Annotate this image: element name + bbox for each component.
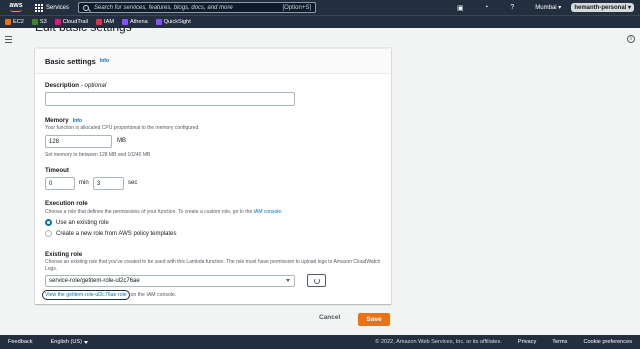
execution-role-label: Execution role <box>45 200 88 207</box>
services-menu[interactable]: Services <box>35 3 70 12</box>
memory-description: Your function is allocated CPU proportio… <box>45 125 200 131</box>
radio-label: Use an existing role <box>56 219 109 226</box>
existing-role-description: Choose an existing role that you've crea… <box>45 259 381 272</box>
aws-smile-icon <box>10 9 22 12</box>
save-button[interactable]: Save <box>358 313 390 326</box>
timeout-minutes-field[interactable]: 0 <box>45 177 75 190</box>
page-title: Edit basic settings <box>35 27 132 34</box>
memory-hint: Set memory to between 128 MB and 10240 M… <box>45 152 151 158</box>
nav-right: ▣ ◔ ? Mumbai ▾ hemanth-personal ▾ <box>455 0 640 15</box>
favorite-label: EC2 <box>13 19 24 25</box>
language-selector[interactable]: English (US) <box>51 339 88 345</box>
favorite-label: IAM <box>104 19 114 25</box>
grid-icon <box>35 3 43 12</box>
timeout-seconds-field[interactable]: 3 <box>93 177 124 190</box>
help-icon[interactable]: ? <box>507 4 517 11</box>
timeout-minutes-unit: min <box>79 180 89 186</box>
iam-console-link[interactable]: IAM console <box>254 209 282 215</box>
basic-settings-panel: Basic settings Info Description - option… <box>35 48 391 304</box>
feedback-link[interactable]: Feedback <box>8 339 33 345</box>
region-selector[interactable]: Mumbai ▾ <box>535 4 561 11</box>
panel-header: Basic settings Info <box>35 49 391 74</box>
favorite-label: Athena <box>129 19 148 25</box>
terms-link[interactable]: Terms <box>552 339 567 345</box>
caret-down-icon <box>83 340 88 344</box>
language-label: English (US) <box>50 339 82 345</box>
description-field[interactable] <box>45 92 295 106</box>
timeout-label: Timeout <box>45 167 69 174</box>
favorite-label: CloudTrail <box>62 19 89 25</box>
refresh-button[interactable] <box>307 274 326 287</box>
copyright-text: © 2022, Amazon Web Services, Inc. or its… <box>375 339 502 345</box>
privacy-link[interactable]: Privacy <box>518 339 536 345</box>
info-panel-icon[interactable]: i <box>627 35 635 43</box>
chevron-down-icon <box>286 279 290 282</box>
timeout-seconds-unit: sec <box>128 180 138 186</box>
view-role-link[interactable]: View the getitem-role-ul2c76ae role <box>42 290 130 300</box>
bell-icon[interactable]: ◔ <box>481 4 491 11</box>
search-placeholder: Search for services, features, blogs, do… <box>94 4 233 11</box>
cloudtrail-icon <box>54 19 61 25</box>
athena-icon <box>121 19 128 25</box>
favorite-label: QuickSight <box>163 19 191 25</box>
memory-label: Memory Info <box>45 117 82 124</box>
account-menu[interactable]: hemanth-personal ▾ <box>571 3 634 12</box>
radio-label: Create a new role from AWS policy templa… <box>56 230 177 237</box>
favorite-quicksight[interactable]: QuickSight <box>155 19 191 25</box>
quicksight-icon <box>155 19 162 25</box>
hamburger-menu-icon[interactable] <box>5 36 12 45</box>
footer: Feedback English (US) © 2022, Amazon Web… <box>0 335 640 349</box>
view-role-suffix: on the IAM console. <box>130 292 177 298</box>
radio-create-new-role[interactable]: Create a new role from AWS policy templa… <box>45 230 177 237</box>
panel-title: Basic settings <box>45 56 96 66</box>
memory-field[interactable]: 128 <box>45 135 112 148</box>
description-label: Description - optional <box>45 82 107 89</box>
favorite-cloudtrail[interactable]: CloudTrail <box>54 19 89 25</box>
footer-links: © 2022, Amazon Web Services, Inc. or its… <box>375 339 632 345</box>
favorite-ec2[interactable]: EC2 <box>5 19 24 25</box>
radio-use-existing-role[interactable]: Use an existing role <box>45 219 109 226</box>
favorite-label: S3 <box>39 19 47 25</box>
existing-role-value: service-role/getitem-role-ul2c76ae <box>49 278 140 284</box>
favorite-athena[interactable]: Athena <box>121 19 148 25</box>
memory-unit: MB <box>117 138 126 144</box>
favorite-iam[interactable]: IAM <box>96 19 114 25</box>
ec2-icon <box>5 19 11 25</box>
cookie-preferences-link[interactable]: Cookie preferences <box>583 339 632 345</box>
aws-logo[interactable]: aws <box>5 0 27 15</box>
radio-selected-icon <box>45 219 52 226</box>
top-navigation: aws Services Search for services, featur… <box>0 0 640 15</box>
search-icon <box>83 4 89 11</box>
search-shortcut: [Option+S] <box>282 4 311 11</box>
search-input[interactable]: Search for services, features, blogs, do… <box>78 2 316 13</box>
view-role-row: View the getitem-role-ul2c76ae role on t… <box>42 290 177 300</box>
execution-role-description: Choose a role that defines the permissio… <box>45 209 283 215</box>
existing-role-label: Existing role <box>45 251 83 258</box>
services-label: Services <box>46 4 70 11</box>
cancel-button[interactable]: Cancel <box>319 314 340 321</box>
existing-role-select[interactable]: service-role/getitem-role-ul2c76ae <box>45 275 295 287</box>
refresh-icon <box>313 277 320 284</box>
terminal-icon[interactable]: ▣ <box>455 4 465 12</box>
s3-icon <box>31 19 38 25</box>
iam-icon <box>96 19 103 25</box>
favorite-s3[interactable]: S3 <box>31 19 47 25</box>
radio-unselected-icon <box>45 230 52 237</box>
memory-info-link[interactable]: Info <box>73 118 82 124</box>
info-link[interactable]: Info <box>100 58 109 64</box>
